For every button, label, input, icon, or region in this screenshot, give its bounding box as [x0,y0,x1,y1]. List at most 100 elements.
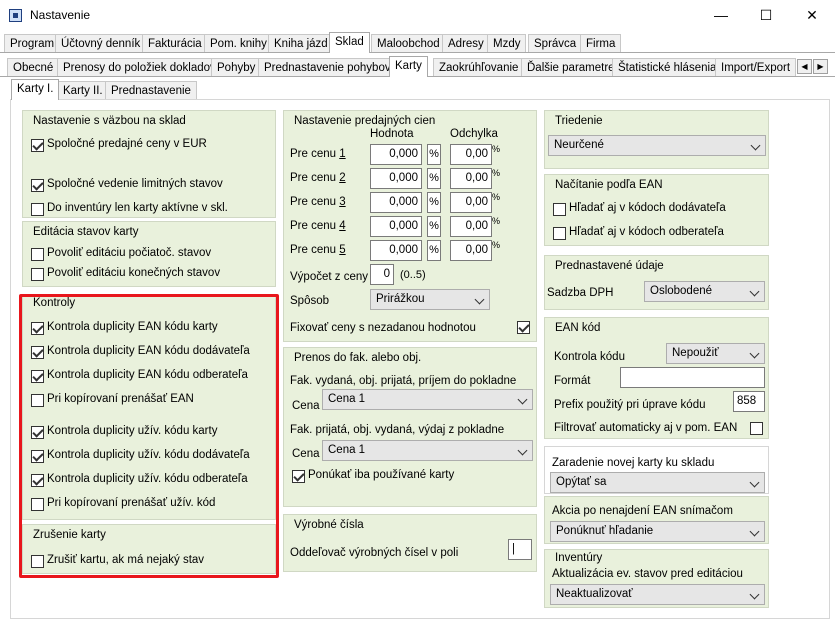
price-4-percent-toggle[interactable]: % [427,216,441,237]
tab-dalsie-parametre[interactable]: Ďalšie parametre [521,58,621,76]
price-2-value[interactable]: 0,000 [370,168,422,189]
checkbox-hladat-dodavatela[interactable] [553,203,566,216]
tab-maloobchod[interactable]: Maloobchod [371,34,446,52]
column-header-value: Hodnota [370,128,414,140]
inventory-label: Aktualizácia ev. stavov pred editáciou [552,568,743,580]
checkbox-limitne-stavy[interactable] [31,179,44,192]
sort-select[interactable]: Neurčené [548,135,766,156]
tab-program[interactable]: Program [4,34,61,52]
tab-firma[interactable]: Firma [580,34,622,52]
serial-separator-input[interactable]: | [508,539,532,560]
tab-import-export[interactable]: Import/Export [715,58,797,76]
checkbox-hladat-odberatela[interactable] [553,227,566,240]
cena-value: Cena 1 [328,393,366,405]
price-5-value[interactable]: 0,000 [370,240,422,261]
inventory-value: Neaktualizovať [556,588,633,600]
checkbox-filtrovat-ean[interactable] [750,422,763,435]
chevron-down-icon [749,286,760,297]
tab-obecne[interactable]: Obecné [7,58,60,76]
deviation-percent-label: % [492,240,501,250]
tab-uctovny-dennik[interactable]: Účtovný denník [55,34,147,52]
ean-check-select[interactable]: Nepoužiť [666,343,765,364]
tab-prenosy[interactable]: Prenosy do položiek dokladov [57,58,222,76]
method-label: Spôsob [290,295,330,307]
price-1-value[interactable]: 0,000 [370,144,422,165]
price-4-value[interactable]: 0,000 [370,216,422,237]
inventory-select[interactable]: Neaktualizovať [550,584,765,605]
price-row-label: Pre cenu 1 [290,148,346,160]
tab-karty-2[interactable]: Karty II. [57,81,109,99]
tab-zaokruhlovanie[interactable]: Zaokrúhľovanie [433,58,525,76]
tab-adresy[interactable]: Adresy [442,34,490,52]
group-title: Načítanie podľa EAN [555,179,663,191]
price-5-deviation[interactable]: 0,00 [450,240,492,261]
checkbox-label: Hľadať aj v kódoch dodávateľa [569,202,726,214]
price-3-percent-toggle[interactable]: % [427,192,441,213]
checkbox-konecne-stavy[interactable] [31,268,44,281]
price-1-deviation[interactable]: 0,00 [450,144,492,165]
tab-karty[interactable]: Karty [389,56,428,77]
cena-select-1[interactable]: Cena 1 [322,389,533,410]
assign-value: Opýtať sa [556,476,607,488]
prefix-input[interactable]: 858 [733,391,765,412]
tab-pohyby[interactable]: Pohyby [211,58,262,76]
app-icon [9,9,22,22]
format-input[interactable] [620,367,765,388]
price-2-deviation[interactable]: 0,00 [450,168,492,189]
checkbox-fixovat-ceny[interactable] [517,321,530,334]
chevron-down-icon [749,526,760,537]
group-title: Prenos do fak. alebo obj. [294,352,422,364]
tab-statisticke-hlasenia[interactable]: Štatistické hlásenia [612,58,723,76]
group-akcia-ean: Akcia po nenajdení EAN snímačom Ponúknuť… [544,496,769,544]
checkbox-pociatocne-stavy[interactable] [31,248,44,261]
calc-label: Výpočet z ceny [290,271,368,283]
price-row-label: Pre cenu 4 [290,220,346,232]
tab-scroll-right-icon[interactable]: ▶ [813,59,828,74]
title-bar: Nastavenie — ☐ ✕ [0,0,835,31]
method-select[interactable]: Prirážkou [370,289,490,310]
tab-sklad[interactable]: Sklad [329,32,370,53]
vat-select[interactable]: Oslobodené [644,281,765,302]
checkbox-inventura-aktivne[interactable] [31,203,44,216]
highlight-box [19,294,279,578]
tab-mzdy[interactable]: Mzdy [487,34,527,52]
checkbox-label: Do inventúry len karty aktívne v skl. [47,202,228,214]
group-predajne-ceny: Nastavenie predajných cien Hodnota Odchy… [283,110,537,342]
price-1-percent-toggle[interactable]: % [427,144,441,165]
group-editacia-stavov: Editácia stavov karty Povoliť editáciu p… [22,221,276,287]
calc-from-price-input[interactable]: 0 [370,264,394,285]
close-button[interactable]: ✕ [789,0,835,31]
checkbox-label: Povoliť editáciu počiatoč. stavov [47,247,212,259]
assign-select[interactable]: Opýtať sa [550,472,765,493]
tab-spravca[interactable]: Správca [528,34,583,52]
maximize-button[interactable]: ☐ [743,0,789,31]
price-3-deviation[interactable]: 0,00 [450,192,492,213]
minimize-button[interactable]: — [698,0,744,31]
checkbox-ponukat-karty[interactable] [292,470,305,483]
tab-karty-1[interactable]: Karty I. [11,79,60,100]
action-select[interactable]: Ponúknuť hľadanie [550,521,765,542]
price-2-percent-toggle[interactable]: % [427,168,441,189]
cena-select-2[interactable]: Cena 1 [322,440,533,461]
tab-pom-knihy[interactable]: Pom. knihy [204,34,273,52]
tab-prednastavenie-pohybov[interactable]: Prednastavenie pohybov [258,58,397,76]
cena-label: Cena [292,448,320,460]
group-vyrobne-cisla: Výrobné čísla Oddeľovač výrobných čísel … [283,514,537,572]
price-4-deviation[interactable]: 0,00 [450,216,492,237]
group-title: Prednastavené údaje [555,260,664,272]
chevron-down-icon [517,394,528,405]
vat-value: Oslobodené [650,285,713,297]
checkbox-spolocne-ceny[interactable] [31,139,44,152]
chevron-down-icon [749,348,760,359]
price-3-value[interactable]: 0,000 [370,192,422,213]
tab-prednastavenie[interactable]: Prednastavenie [105,81,197,99]
tab-scroll-left-icon[interactable]: ◀ [797,59,812,74]
group-title: Nastavenie s väzbou na sklad [33,115,186,127]
checkbox-label: Spoločné vedenie limitných stavov [47,178,223,190]
price-5-percent-toggle[interactable]: % [427,240,441,261]
tab-fakturacia[interactable]: Fakturácia [142,34,208,52]
group-sklad-vazba: Nastavenie s väzbou na sklad Spoločné pr… [22,110,276,218]
tab-kniha-jazd[interactable]: Kniha jázd [268,34,334,52]
calc-range-label: (0..5) [400,269,426,281]
chevron-down-icon [517,445,528,456]
